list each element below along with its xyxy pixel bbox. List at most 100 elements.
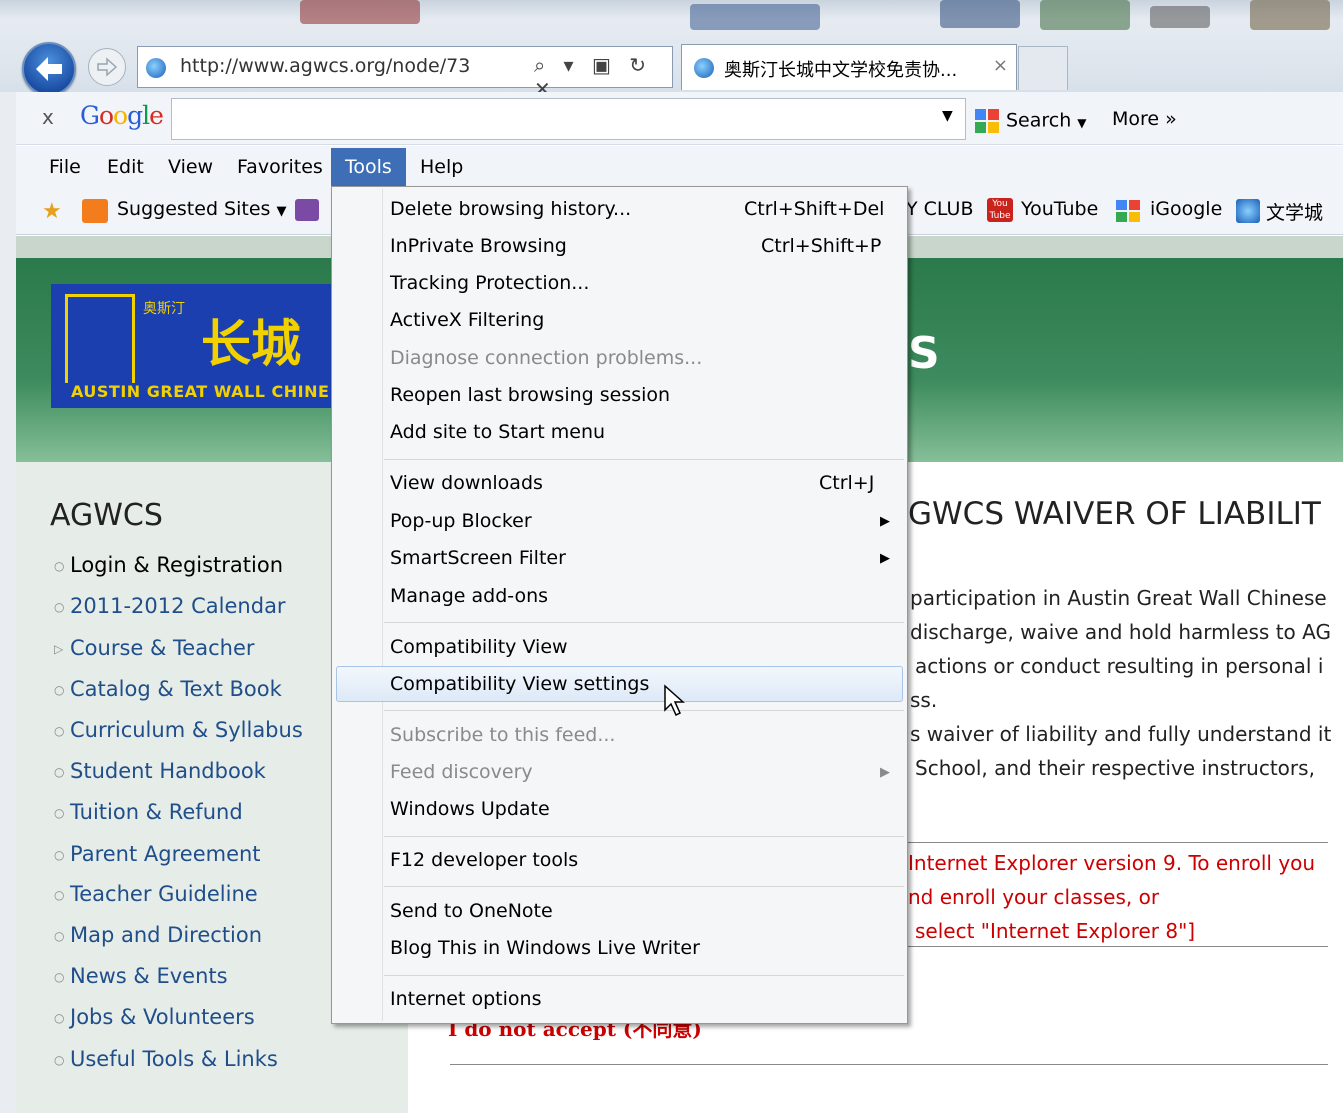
menu-item-add-to-start[interactable]: Add site to Start menu [390,421,605,443]
new-tab-button[interactable] [1018,46,1068,90]
sidebar-item[interactable]: ○ Student Handbook [54,759,266,783]
address-url[interactable]: http://www.agwcs.org/node/73 [180,55,470,77]
notice-line: Internet Explorer version 9. To enroll y… [908,851,1316,875]
more-button[interactable]: More » [1112,108,1177,130]
favorite-youtube-link[interactable]: YouTube [1021,198,1098,220]
suggested-sites-label: Suggested Sites [117,198,271,220]
submenu-arrow-icon: ▶ [880,765,890,780]
bullet-icon: ○ [54,806,65,820]
menu-separator [384,622,904,623]
body-text-line: discharge, waive and hold harmless to AG [910,620,1331,644]
bullet-icon: ○ [54,559,65,573]
shortcut-inprivate: Ctrl+Shift+P [761,235,882,257]
ie-favorite-icon [1236,199,1260,223]
mail-icon[interactable] [295,199,319,221]
tools-dropdown-menu: Delete browsing history... Ctrl+Shift+De… [331,186,908,1024]
window-left-edge [0,92,16,1113]
favorites-star-icon[interactable]: ★ [42,199,62,224]
body-text-line: School, and their respective instructors… [915,756,1315,780]
menu-separator [384,886,904,887]
site-logo[interactable]: 奥斯汀 长城 AUSTIN GREAT WALL CHINE [51,284,333,408]
browser-tab[interactable]: 奥斯汀长城中文学校免责协... × [681,44,1017,90]
menu-item-windows-update[interactable]: Windows Update [390,798,550,820]
menu-tools[interactable]: Tools [331,148,406,186]
menu-item-view-downloads[interactable]: View downloads [390,472,543,494]
favorite-club-link[interactable]: Y CLUB [906,198,974,220]
search-icon [974,108,1000,134]
sidebar-item[interactable]: ○ Map and Direction [54,923,262,947]
forward-button[interactable] [88,48,126,86]
bullet-icon: ○ [54,683,65,697]
menu-item-popup-blocker[interactable]: Pop-up Blocker [390,510,532,532]
divider [908,946,1328,947]
sidebar-item[interactable]: ○ Catalog & Text Book [54,677,282,701]
notice-line: nd enroll your classes, or [908,885,1160,909]
tab-title: 奥斯汀长城中文学校免责协... [724,60,958,81]
body-text-line: s waiver of liability and fully understa… [910,722,1332,746]
menu-bar [16,146,1343,188]
menu-item-diagnose: Diagnose connection problems... [390,347,703,369]
address-bar[interactable]: http://www.agwcs.org/node/73 ⌕ ▾ ▣ ↻ ✕ [137,46,673,101]
search-dropdown-icon[interactable]: ▼ [942,108,953,124]
shortcut-view-downloads: Ctrl+J [819,472,875,494]
sidebar-item[interactable]: ○ Teacher Guideline [54,882,258,906]
menu-separator [384,975,904,976]
great-wall-graphic [65,294,135,383]
menu-item-feed-discovery: Feed discovery [390,761,533,783]
tab-close-button[interactable]: × [993,55,1008,76]
menu-item-inprivate[interactable]: InPrivate Browsing [390,235,567,257]
menu-item-subscribe-feed: Subscribe to this feed... [390,724,616,746]
sidebar-item[interactable]: ○ Useful Tools & Links [54,1047,278,1071]
menu-item-f12-tools[interactable]: F12 developer tools [390,849,578,871]
menu-item-manage-addons[interactable]: Manage add-ons [390,585,548,607]
menu-item-compat-view-settings[interactable]: Compatibility View settings [390,673,649,695]
sidebar-item[interactable]: ○ Jobs & Volunteers [54,1005,255,1029]
shortcut-delete-history: Ctrl+Shift+Del [744,198,885,220]
bullet-icon: ○ [54,848,65,862]
menu-item-blog-live-writer[interactable]: Blog This in Windows Live Writer [390,937,700,959]
menu-item-internet-options[interactable]: Internet options [390,988,541,1010]
menu-view[interactable]: View [168,156,213,178]
ie-page-icon [146,58,166,78]
sidebar-title: AGWCS [50,498,163,533]
menu-item-compat-view[interactable]: Compatibility View [390,636,568,658]
sidebar-item[interactable]: ○ News & Events [54,964,228,988]
sidebar-item[interactable]: ▷ Course & Teacher [54,636,255,660]
bullet-icon: ○ [54,888,65,902]
menu-item-reopen-session[interactable]: Reopen last browsing session [390,384,670,406]
sidebar-item[interactable]: ○ Curriculum & Syllabus [54,718,303,742]
bullet-icon: ○ [54,1011,65,1025]
arrow-right-icon [97,57,118,77]
bullet-icon: ○ [54,724,65,738]
menu-separator [384,710,904,711]
body-text-line: ss. [910,688,938,712]
sidebar-item[interactable]: ○ Parent Agreement [54,842,261,866]
body-text-line: participation in Austin Great Wall Chine… [910,586,1327,610]
google-search-button[interactable]: Search ▼ [974,108,1087,134]
menu-item-send-onenote[interactable]: Send to OneNote [390,900,553,922]
menu-item-tracking-protection[interactable]: Tracking Protection... [390,272,589,294]
sidebar-item[interactable]: ○ Tuition & Refund [54,800,243,824]
search-button-label: Search [1006,109,1072,132]
menu-separator [384,459,904,460]
favorite-wenxuecheng-link[interactable]: 文学城 [1266,198,1323,225]
google-search-input[interactable] [171,98,966,140]
menu-file[interactable]: File [49,156,81,178]
suggested-sites-link[interactable]: Suggested Sites ▼ [117,198,286,220]
menu-item-delete-history[interactable]: Delete browsing history... [390,198,631,220]
favorite-igoogle-link[interactable]: iGoogle [1150,198,1222,220]
menu-item-activex-filtering[interactable]: ActiveX Filtering [390,309,544,331]
mouse-cursor-icon [663,684,687,720]
sidebar-item[interactable]: ○ Login & Registration [54,553,283,577]
menu-favorites[interactable]: Favorites [237,156,323,178]
sidebar-item[interactable]: ○ 2011-2012 Calendar [54,594,286,618]
menu-edit[interactable]: Edit [107,156,144,178]
back-button[interactable] [22,42,76,96]
content-title: GWCS WAIVER OF LIABILIT [908,496,1321,532]
google-toolbar-close-button[interactable]: x [42,105,54,129]
menu-help[interactable]: Help [420,156,463,178]
expand-triangle-icon: ▷ [54,642,64,656]
menu-item-smartscreen[interactable]: SmartScreen Filter [390,547,566,569]
submenu-arrow-icon: ▶ [880,514,890,529]
menu-separator [384,836,904,837]
